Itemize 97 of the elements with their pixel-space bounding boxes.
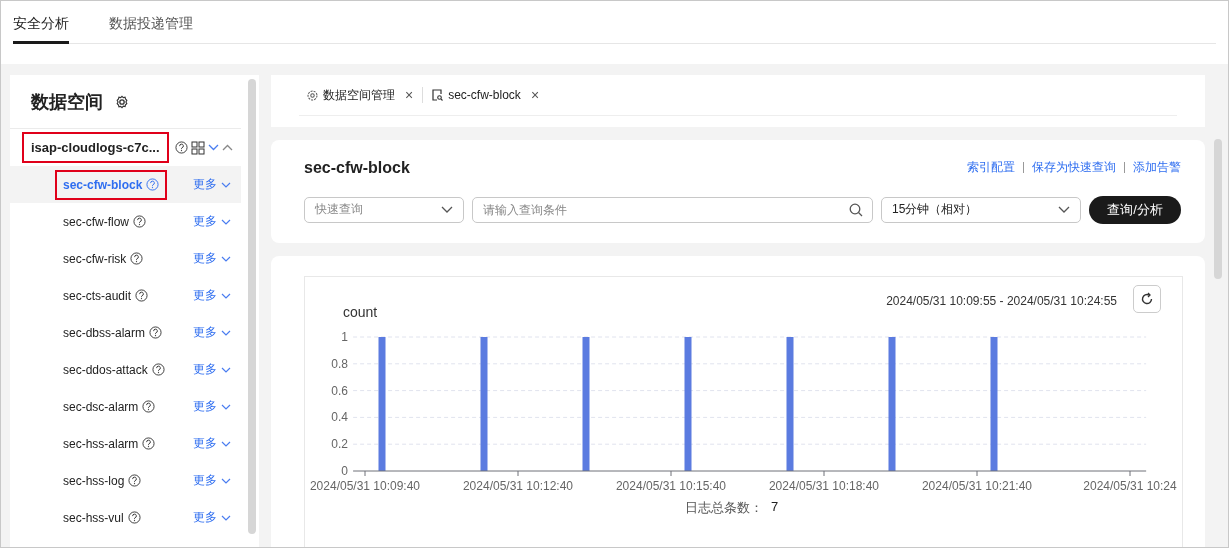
log-stream-name[interactable]: sec-hss-vul [63, 510, 124, 525]
more-link[interactable]: 更多 [193, 398, 217, 415]
log-stream-name[interactable]: sec-cfw-risk [63, 251, 127, 266]
log-stream-item[interactable]: sec-cts-audit 更多 [10, 277, 241, 314]
log-stream-item[interactable]: sec-hss-alarm 更多 [10, 425, 241, 462]
chart-time-range: 2024/05/31 10:09:55 - 2024/05/31 10:24:55 [886, 294, 1117, 308]
x-tick-label: 2024/05/31 10:09:40 [309, 479, 421, 493]
log-stream-item[interactable]: sec-cfw-flow 更多 [10, 203, 241, 240]
search-icon[interactable] [849, 202, 863, 217]
chevron-down-icon[interactable] [221, 181, 231, 188]
chevron-up-icon[interactable] [221, 144, 233, 151]
more-link[interactable]: 更多 [193, 176, 217, 193]
help-icon[interactable] [146, 178, 160, 191]
log-stream-item[interactable]: sec-ddos-attack 更多 [10, 351, 241, 388]
refresh-button[interactable] [1133, 285, 1161, 313]
more-link[interactable]: 更多 [193, 472, 217, 489]
help-icon[interactable] [174, 141, 188, 154]
y-tick-label: 0.2 [331, 437, 348, 452]
help-icon[interactable] [130, 252, 144, 265]
chevron-down-icon[interactable] [221, 440, 231, 447]
quick-query-select[interactable]: 快速查询 [304, 196, 464, 223]
sidebar-title: 数据空间 [31, 90, 103, 114]
chevron-down-icon [441, 206, 453, 214]
x-tick-label: 2024/05/31 10:18:40 [768, 479, 880, 493]
x-tick-label: 2024/05/31 10:24 [1083, 479, 1177, 493]
help-icon[interactable] [133, 215, 146, 228]
action-link[interactable]: 保存为快速查询 [1032, 159, 1116, 177]
workspace-name[interactable]: isap-cloudlogs-c7c... [22, 132, 169, 163]
chevron-down-icon[interactable] [221, 329, 231, 336]
more-link[interactable]: 更多 [193, 213, 217, 230]
y-tick-label: 1 [341, 330, 348, 344]
document-search-icon [432, 89, 444, 101]
more-link[interactable]: 更多 [193, 324, 217, 341]
log-stream-name[interactable]: sec-hss-log [63, 473, 125, 488]
chevron-down-icon[interactable] [221, 403, 231, 410]
log-stream-name[interactable]: sec-ddos-attack [63, 362, 148, 377]
help-icon[interactable] [128, 474, 142, 487]
chevron-down-icon [1058, 206, 1070, 214]
log-stream-name[interactable]: sec-cfw-flow [63, 214, 129, 229]
x-tick-label: 2024/05/31 10:15:40 [615, 479, 727, 493]
log-stream-name[interactable]: sec-hss-alarm [63, 436, 139, 451]
help-icon[interactable] [135, 289, 149, 302]
chevron-down-icon[interactable] [221, 255, 231, 262]
log-stream-item[interactable]: sec-hss-log 更多 [10, 462, 241, 499]
chevron-down-icon[interactable] [221, 477, 231, 484]
action-link[interactable]: 索引配置 [967, 159, 1015, 177]
scrollbar[interactable] [248, 79, 256, 534]
query-input[interactable]: 请输入查询条件 [472, 196, 873, 223]
chevron-down-icon[interactable] [221, 218, 231, 225]
tab-label: 数据空间管理 [323, 86, 395, 104]
more-link[interactable]: 更多 [193, 361, 217, 378]
close-icon[interactable]: × [530, 87, 540, 103]
log-stream-item[interactable]: sec-hss-vul 更多 [10, 499, 241, 536]
tab-label: sec-cfw-block [448, 88, 521, 102]
page-tab[interactable]: 数据空间管理 × [299, 86, 423, 104]
log-stream-item[interactable]: sec-cfw-block 更多 [10, 166, 241, 203]
time-range-select[interactable]: 15分钟（相对） [881, 196, 1081, 223]
help-icon[interactable] [149, 326, 163, 339]
y-tick-label: 0.4 [331, 410, 348, 425]
help-icon[interactable] [151, 363, 165, 376]
log-stream-title: sec-cfw-block [304, 158, 410, 177]
total-count: 7 [771, 499, 779, 516]
more-link[interactable]: 更多 [193, 250, 217, 267]
log-stream-item[interactable]: sec-cfw-risk 更多 [10, 240, 241, 277]
help-icon[interactable] [142, 400, 156, 413]
y-tick-label: 0 [341, 464, 348, 478]
chevron-down-icon[interactable] [221, 292, 231, 299]
help-icon[interactable] [127, 511, 141, 524]
top-tab[interactable]: 数据投递管理 [109, 1, 193, 44]
refresh-icon [1140, 292, 1154, 306]
chevron-down-icon[interactable] [221, 366, 231, 373]
settings-icon[interactable] [115, 94, 129, 109]
close-icon[interactable]: × [405, 87, 414, 103]
log-stream-item[interactable]: sec-dbss-alarm 更多 [10, 314, 241, 351]
action-link[interactable]: 添加告警 [1133, 159, 1181, 177]
chevron-down-icon[interactable] [207, 144, 219, 151]
total-label: 日志总条数： [685, 499, 763, 517]
y-axis-title: count [343, 304, 378, 320]
page-tab[interactable]: sec-cfw-block × [422, 87, 549, 103]
log-stream-item[interactable]: sec-dsc-alarm 更多 [10, 388, 241, 425]
x-tick-label: 2024/05/31 10:12:40 [462, 479, 574, 493]
x-tick-label: 2024/05/31 10:21:40 [921, 479, 1033, 493]
settings-icon [307, 89, 318, 101]
more-link[interactable]: 更多 [193, 287, 217, 304]
help-icon[interactable] [142, 437, 156, 450]
log-stream-name[interactable]: sec-dbss-alarm [63, 325, 146, 340]
log-stream-name[interactable]: sec-dsc-alarm [63, 399, 139, 414]
more-link[interactable]: 更多 [193, 509, 217, 526]
chevron-down-icon[interactable] [221, 514, 231, 521]
y-tick-label: 0.8 [331, 356, 348, 371]
top-tab[interactable]: 安全分析 [13, 1, 69, 44]
grid-icon[interactable] [190, 140, 205, 155]
query-button[interactable]: 查询/分析 [1089, 195, 1181, 224]
log-stream-name[interactable]: sec-cts-audit [63, 288, 132, 303]
y-tick-label: 0.6 [331, 383, 348, 398]
scrollbar[interactable] [1214, 139, 1222, 279]
more-link[interactable]: 更多 [193, 435, 217, 452]
